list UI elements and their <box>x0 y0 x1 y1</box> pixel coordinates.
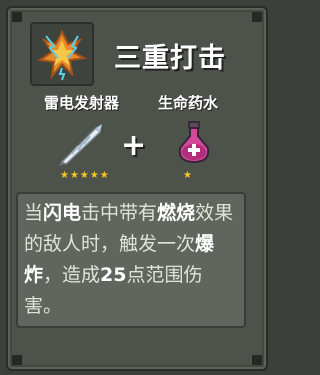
skill-icon-frame <box>30 22 94 86</box>
pink-potion-flask-icon <box>178 121 210 164</box>
skill-title: 三重打击 <box>114 43 226 74</box>
description-text: ，造成 <box>43 264 101 286</box>
description-text: 击中带有 <box>81 202 158 224</box>
corner-decoration <box>252 12 262 22</box>
ingredient-2-slot[interactable] <box>170 118 218 166</box>
keyword-burn: 燃烧 <box>157 202 196 224</box>
plus-sign: + <box>121 128 147 163</box>
ingredient-1-slot[interactable] <box>56 120 104 168</box>
corner-decoration <box>12 12 22 22</box>
skill-description: 当闪电击中带有燃烧效果的敌人时，触发一次爆炸，造成25点范围伤害。 <box>24 198 238 322</box>
keyword-lightning: 闪电 <box>43 202 82 224</box>
orange-lightning-crest-icon <box>37 29 88 81</box>
corner-decoration <box>252 355 262 365</box>
ingredient-2-name: 生命药水 <box>158 94 219 112</box>
ingredient-1-name: 雷电发射器 <box>44 94 120 112</box>
description-text: 当 <box>24 202 44 224</box>
ingredient-1-rarity-stars: ★★★★★ <box>60 170 110 181</box>
damage-value: 25 <box>100 264 127 286</box>
ingredient-2-rarity-stars: ★ <box>183 170 193 181</box>
corner-decoration <box>12 355 22 365</box>
white-feather-dart-icon <box>58 124 102 166</box>
